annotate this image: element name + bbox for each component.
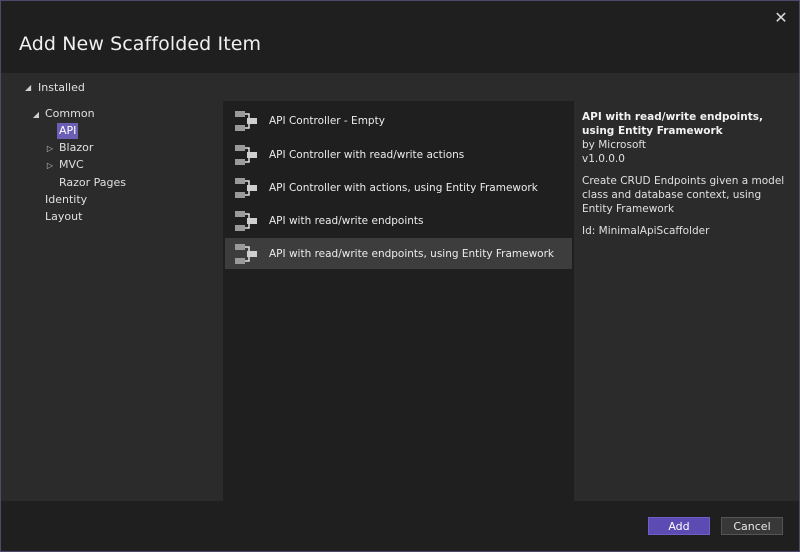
dialog-footer: Add Cancel [1,501,799,551]
category-tree: ◢ Common API ▷ Blazor ▷ MVC Razor Pages … [1,101,223,501]
controller-icon [235,210,257,231]
tree-item-label: API [57,123,79,139]
collapse-arrow-icon[interactable]: ▷ [43,144,57,153]
template-item[interactable]: API Controller with read/write actions [225,139,572,170]
dialog-title: Add New Scaffolded Item [19,33,262,55]
add-button[interactable]: Add [648,517,710,535]
tree-item-layout[interactable]: Layout [29,209,84,225]
template-name: API with read/write endpoints, using Ent… [269,247,555,260]
cancel-button[interactable]: Cancel [721,517,783,535]
add-scaffolded-item-dialog: ✕ Add New Scaffolded Item ◢ Installed ◢ … [0,0,800,552]
collapse-arrow-icon[interactable]: ▷ [43,161,57,170]
controller-icon [235,243,257,264]
details-version: v1.0.0.0 [582,153,625,165]
expand-arrow-icon: ◢ [25,82,32,92]
installed-header[interactable]: ◢ Installed [1,73,799,101]
details-title: API with read/write endpoints, using Ent… [582,111,764,137]
tree-item-label: Layout [45,210,83,223]
details-id: Id: MinimalApiScaffolder [582,225,710,237]
template-item[interactable]: API Controller with actions, using Entit… [225,172,572,203]
tree-item-mvc[interactable]: ▷ MVC [43,157,86,173]
template-name: API Controller - Empty [269,114,385,127]
tree-item-identity[interactable]: Identity [29,192,89,208]
expand-arrow-icon: ◢ [32,109,40,119]
tree-item-api[interactable]: API [43,123,79,139]
tree-item-razor-pages[interactable]: Razor Pages [43,175,128,191]
template-list: API Controller - Empty API Controller wi… [223,101,574,501]
template-name: API Controller with actions, using Entit… [269,181,538,194]
tree-item-common[interactable]: ◢ Common [29,106,97,122]
tree-item-label: Common [45,107,95,120]
template-name: API Controller with read/write actions [269,148,465,161]
template-item-selected[interactable]: API with read/write endpoints, using Ent… [225,238,572,269]
tree-item-blazor[interactable]: ▷ Blazor [43,140,95,156]
tree-item-label: Identity [45,193,88,206]
close-button[interactable]: ✕ [771,7,791,27]
tree-item-label: Blazor [59,141,94,154]
template-item[interactable]: API Controller - Empty [225,105,572,136]
details-panel: API with read/write endpoints, using Ent… [574,101,799,501]
close-icon: ✕ [774,7,788,27]
template-name: API with read/write endpoints [269,214,424,227]
controller-icon [235,110,257,131]
tree-item-label: Razor Pages [59,176,127,189]
details-description: Create CRUD Endpoints given a model clas… [582,175,785,215]
controller-icon [235,177,257,198]
details-author: by Microsoft [582,139,646,151]
tree-item-label: MVC [59,158,84,171]
template-item[interactable]: API with read/write endpoints [225,205,572,236]
installed-label: Installed [38,80,85,94]
controller-icon [235,144,257,165]
template-details: API with read/write endpoints, using Ent… [582,110,790,238]
